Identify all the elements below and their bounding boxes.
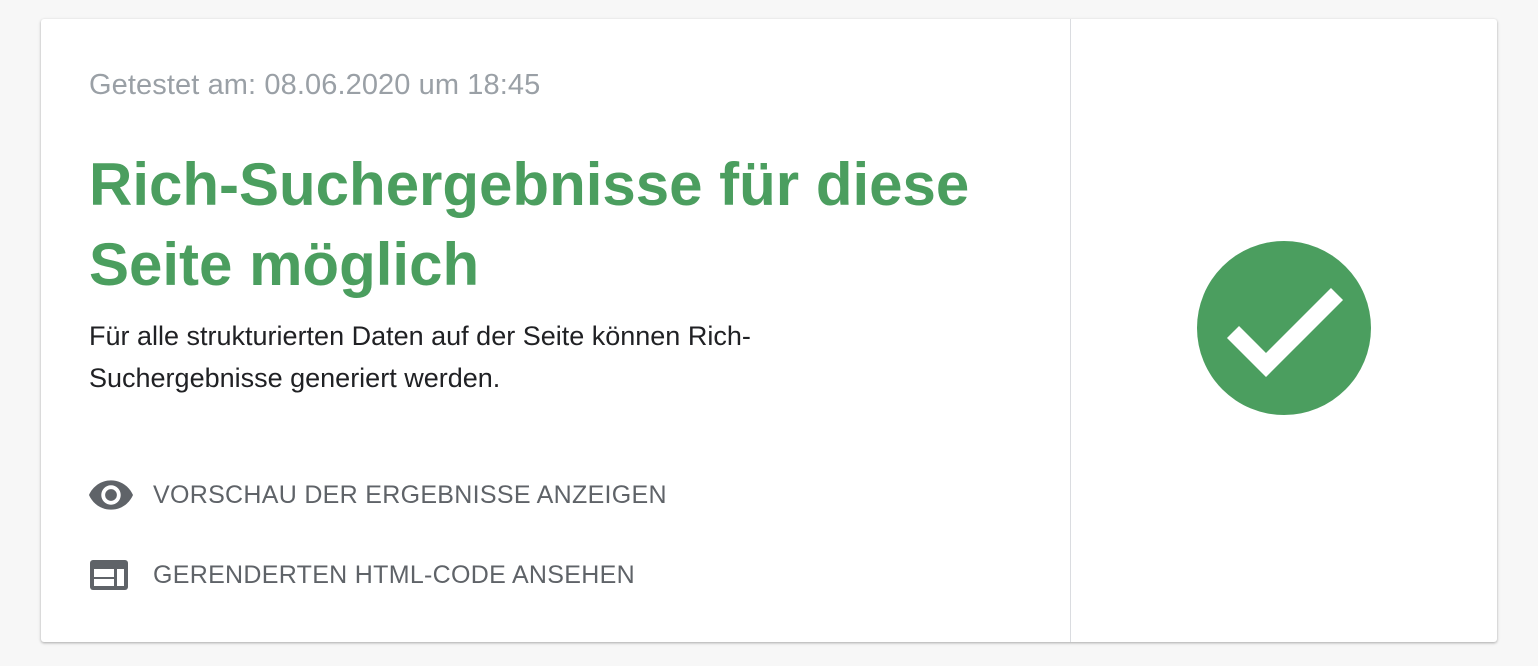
web-layout-icon: [89, 555, 133, 595]
result-title: Rich-Suchergebnisse für diese Seite mögl…: [89, 151, 970, 298]
view-rendered-html-button[interactable]: GERENDERTEN HTML-CODE ANSEHEN: [89, 555, 635, 595]
view-rendered-html-label: GERENDERTEN HTML-CODE ANSEHEN: [153, 560, 635, 589]
test-result-card: Getestet am: 08.06.2020 um 18:45 Rich-Su…: [41, 19, 1497, 642]
preview-results-label: VORSCHAU DER ERGEBNISSE ANZEIGEN: [153, 480, 667, 509]
status-panel: [1071, 19, 1497, 642]
result-summary-panel: Getestet am: 08.06.2020 um 18:45 Rich-Su…: [41, 19, 1071, 642]
preview-results-button[interactable]: VORSCHAU DER ERGEBNISSE ANZEIGEN: [89, 475, 667, 515]
eye-icon: [89, 475, 133, 515]
tested-timestamp: Getestet am: 08.06.2020 um 18:45: [89, 69, 541, 101]
result-description: Für alle strukturierten Daten auf der Se…: [89, 321, 751, 393]
check-circle-icon: [1197, 241, 1371, 415]
